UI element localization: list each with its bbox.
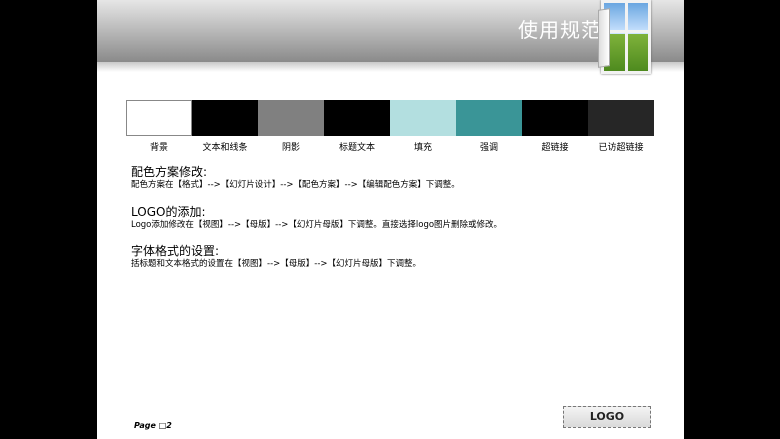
section-color-scheme: 配色方案修改: 配色方案在【格式】-->【幻灯片设计】-->【配色方案】-->【… bbox=[131, 165, 460, 191]
section-body: Logo添加修改在【视图】-->【母版】-->【幻灯片母版】下调整。直接选择lo… bbox=[131, 220, 503, 230]
swatch-label: 填充 bbox=[413, 143, 432, 153]
swatch-shadow bbox=[258, 100, 324, 136]
swatch-background bbox=[126, 100, 192, 136]
swatch-label: 文本和线条 bbox=[202, 143, 248, 153]
section-heading: 字体格式的设置: bbox=[131, 244, 220, 258]
color-swatch-row bbox=[126, 100, 654, 136]
swatch-label: 已访超链接 bbox=[598, 143, 644, 153]
window-image-icon bbox=[598, 0, 651, 74]
page-number: Page □2 bbox=[134, 421, 172, 430]
section-heading: LOGO的添加: bbox=[131, 205, 206, 219]
swatch-label: 超链接 bbox=[541, 143, 569, 153]
swatch-title-text bbox=[324, 100, 390, 136]
swatch-hyperlink bbox=[522, 100, 588, 136]
swatch-label-row: 背景 文本和线条 阴影 标题文本 填充 强调 超链接 已访超链接 bbox=[126, 140, 654, 153]
swatch-text-lines bbox=[192, 100, 258, 136]
section-body: 配色方案在【格式】-->【幻灯片设计】-->【配色方案】-->【编辑配色方案】下… bbox=[131, 180, 460, 190]
swatch-fill bbox=[390, 100, 456, 136]
header-shadow bbox=[97, 62, 684, 72]
slide: 使用规范说明 背景 文本和线条 阴影 标题文本 填充 强调 超链接 已访超链接 … bbox=[97, 0, 684, 439]
page-number-value: 2 bbox=[166, 421, 172, 430]
section-logo: LOGO的添加: Logo添加修改在【视图】-->【母版】-->【幻灯片母版】下… bbox=[131, 205, 502, 231]
section-body: 括标题和文本格式的设置在【视图】-->【母版】-->【幻灯片母版】下调整。 bbox=[131, 259, 422, 269]
logo-placeholder[interactable]: LOGO bbox=[563, 406, 651, 428]
page-label: Page bbox=[134, 421, 156, 430]
swatch-label: 强调 bbox=[479, 143, 498, 153]
section-font-format: 字体格式的设置: 括标题和文本格式的设置在【视图】-->【母版】-->【幻灯片母… bbox=[131, 244, 421, 270]
swatch-label: 背景 bbox=[149, 143, 168, 153]
swatch-label: 标题文本 bbox=[338, 143, 375, 153]
swatch-label: 阴影 bbox=[281, 143, 300, 153]
section-heading: 配色方案修改: bbox=[131, 165, 208, 179]
swatch-accent bbox=[456, 100, 522, 136]
swatch-visited-hyperlink bbox=[588, 100, 654, 136]
